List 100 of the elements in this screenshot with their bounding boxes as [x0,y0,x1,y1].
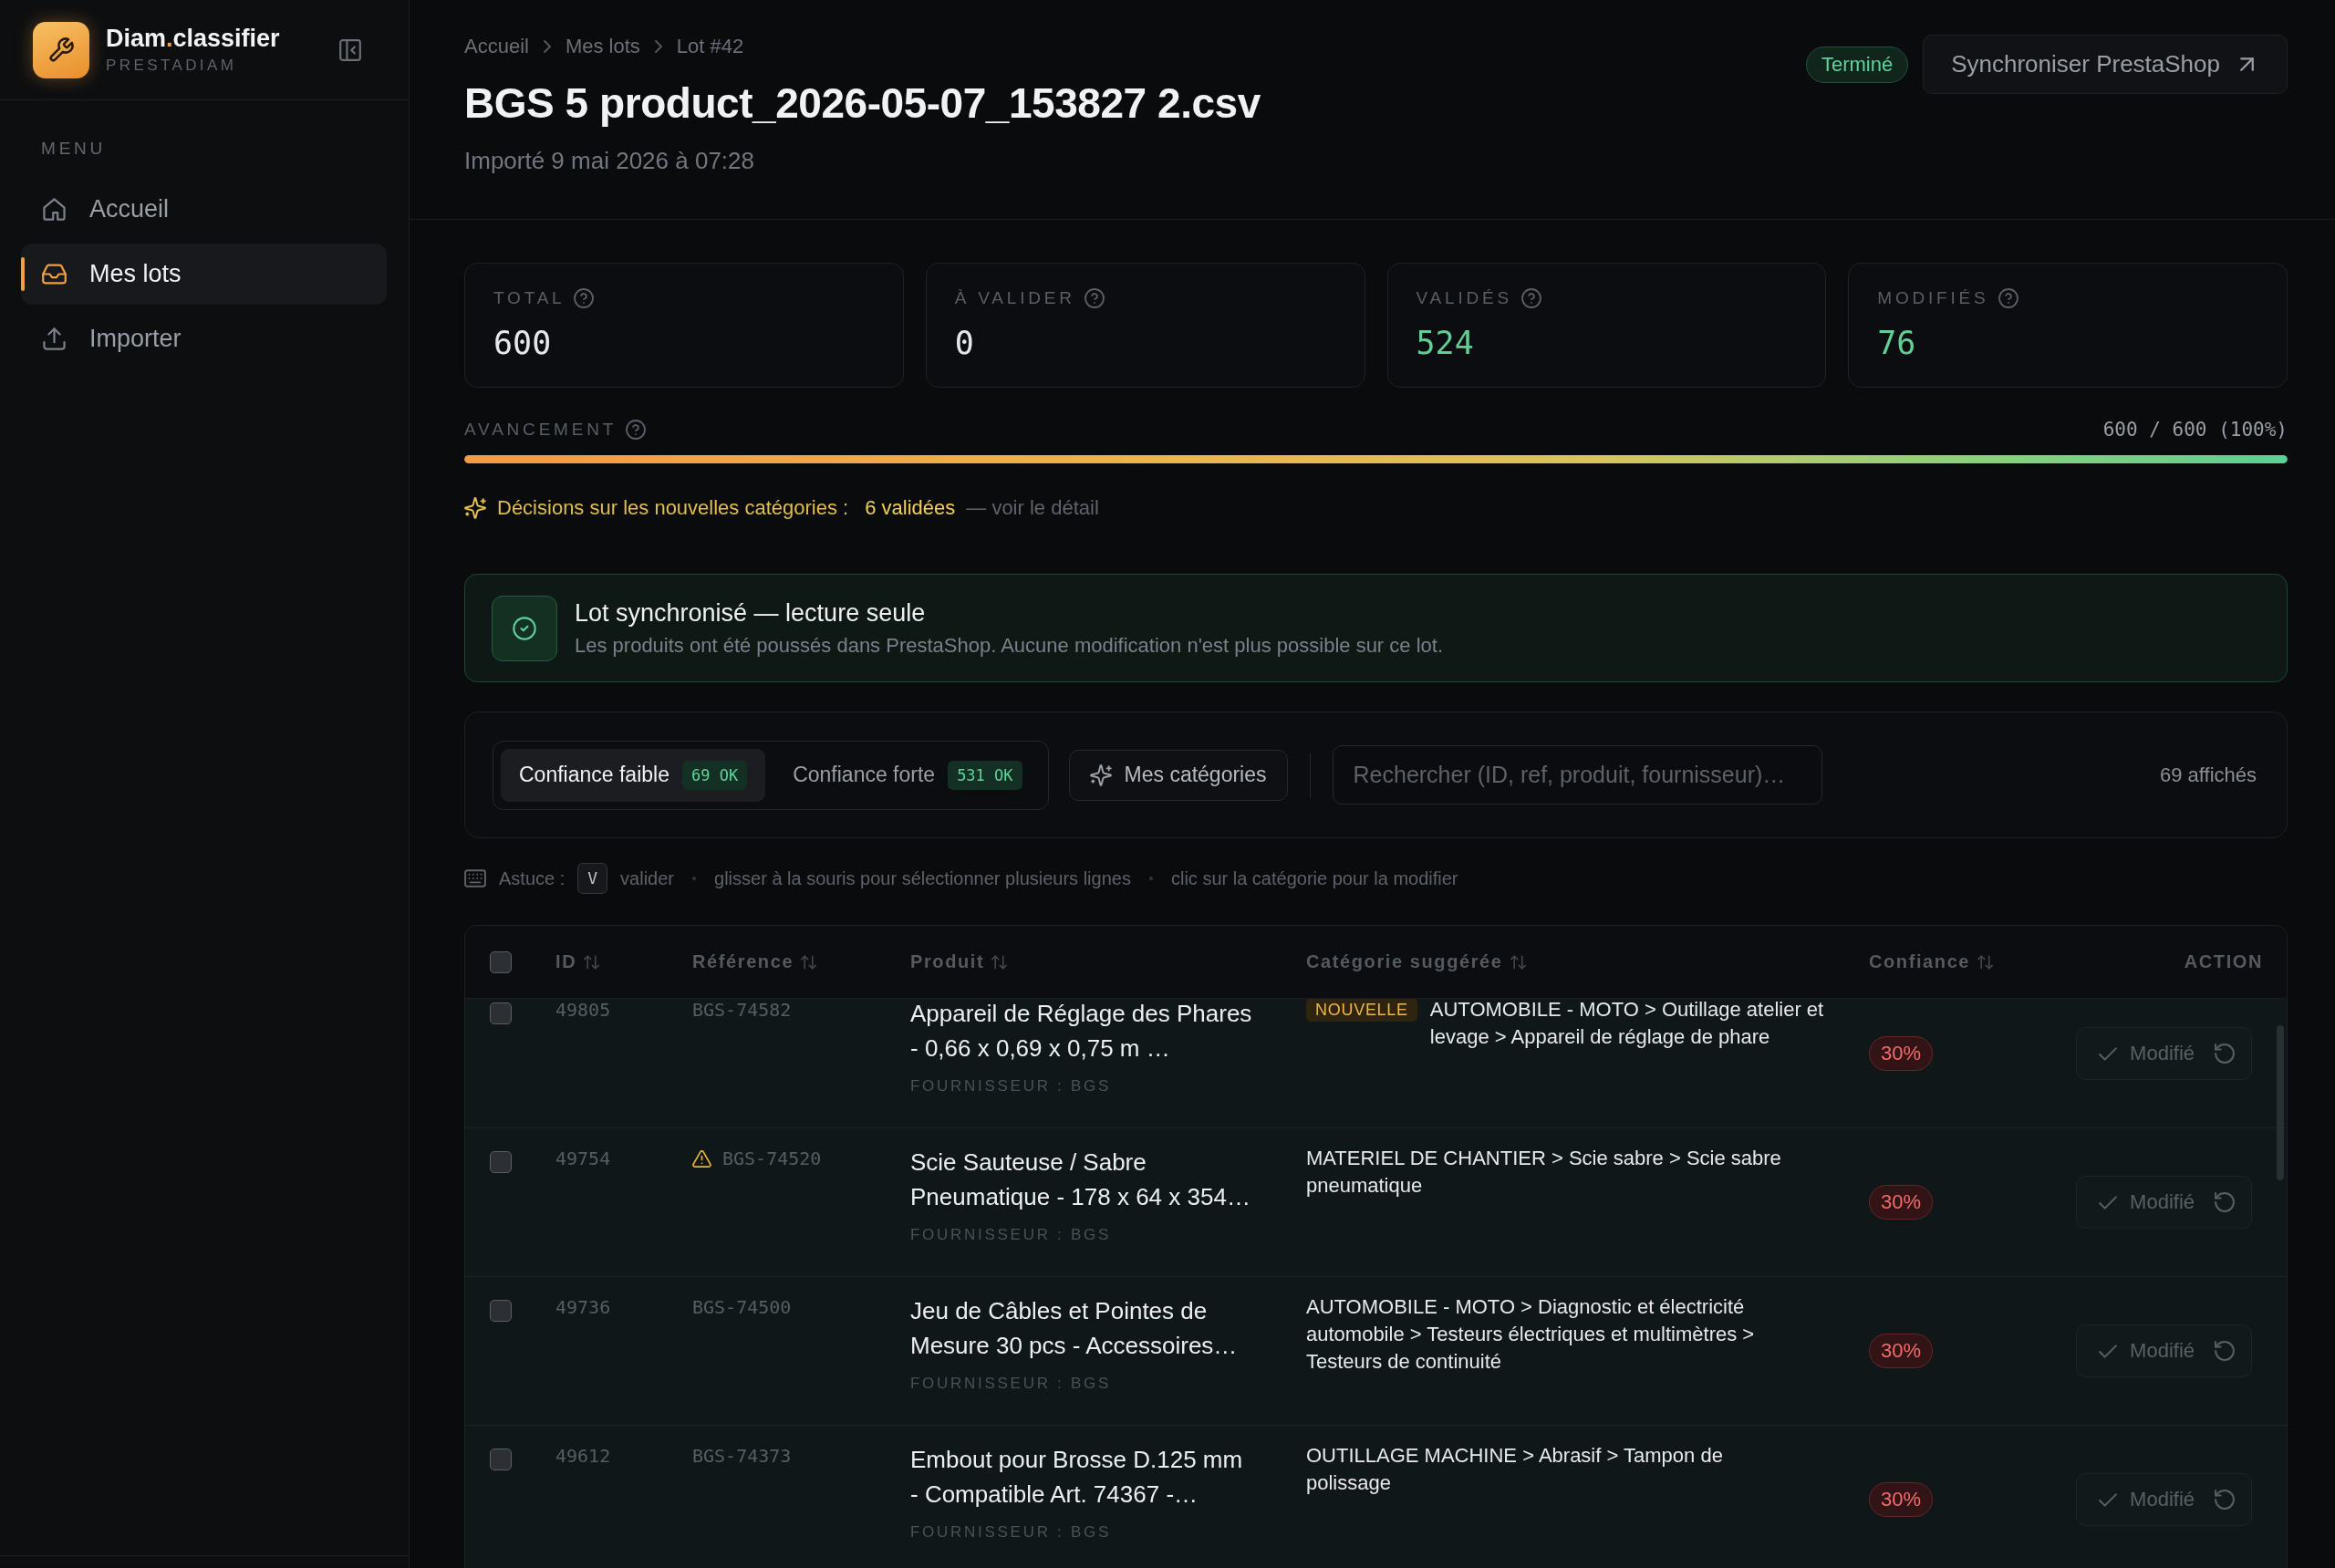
stat-value: 0 [954,324,974,363]
help-icon[interactable] [1998,288,2018,308]
id-cell-text: 49805 [555,999,612,1023]
category-path[interactable]: AUTOMOBILE - MOTO > Diagnostic et électricité automobile > Testeurs électriques et multimètres > Testeurs de continuité [1306,1293,1808,1376]
result-count: 69 affichés [2160,763,2257,787]
row-checkbox[interactable] [490,1300,512,1322]
sparkles-icon [1089,763,1112,786]
stat-label: TOTAL [493,288,566,308]
confidence-badge: 30% [1869,1185,1934,1220]
help-icon[interactable] [1084,288,1105,308]
reference-cell-text: BGS-74373 [692,1444,792,1469]
row-checkbox[interactable] [490,1151,512,1173]
tip-text: valider [620,867,675,890]
column-header[interactable]: Référence [692,951,794,972]
tip-label: Astuce : [499,867,566,890]
sort-icon[interactable] [801,954,817,970]
upload-icon [42,327,67,351]
chevron-right-icon [543,40,551,53]
key-hint: V [577,863,608,894]
app-subtitle: PRESTADIAM [106,56,237,76]
id-cell-text: 49754 [555,1147,612,1171]
column-header[interactable]: Catégorie suggérée [1306,951,1503,972]
nav-item[interactable]: Mes lots [21,244,387,305]
nav-item[interactable]: Accueil [21,179,387,240]
status-badge: Terminé [1805,46,1909,83]
confidence-tab[interactable]: Confiance forte 531 OK [774,748,1041,802]
count-badge: 69 OK [681,760,748,790]
decisions-count: 6 validées [865,495,956,521]
sort-icon[interactable] [991,954,1008,970]
arrow-up-right-icon [2240,57,2254,71]
id-cell-text: 49736 [555,1295,612,1320]
reference-cell-text: BGS-74500 [692,1295,792,1320]
new-category-tag: NOUVELLE [1306,999,1417,1022]
column-header[interactable]: ID [555,951,577,972]
wrench-icon [33,21,89,78]
banner-title: Lot synchronisé — lecture seule [575,597,926,628]
home-icon [42,197,67,222]
check-icon [2099,1344,2118,1358]
product-name: Scie Sauteuse / Sabre Pneumatique - 178 x 64 x 354… [910,1147,1251,1212]
tip-text: glisser à la souris pour sélectionner plusieurs lignes [714,867,1131,890]
undo-icon [2215,1044,2235,1064]
progress-label: AVANCEMENT [464,420,617,440]
stat-value: 76 [1877,324,1916,363]
help-icon[interactable] [626,420,647,440]
select-all-checkbox[interactable] [490,950,512,973]
confidence-badge: 30% [1869,1482,1934,1517]
app-name: Diam.classifier [106,24,280,53]
confidence-badge: 30% [1869,1036,1934,1071]
collapse-sidebar-button[interactable] [339,38,361,61]
category-path[interactable]: OUTILLAGE MACHINE > Abrasif > Tampon de polissage [1306,1442,1808,1497]
undo-icon [2215,1192,2235,1212]
supplier-label: FOURNISSEUR : BGS [910,1076,1112,1096]
confidence-tab[interactable]: Confiance faible 69 OK [501,748,766,802]
search-field[interactable]: Rechercher (ID, ref, produit, fournisseur)… [1332,745,1822,805]
category-path[interactable]: AUTOMOBILE - MOTO > Outillage atelier et levage > Appareil de réglage de phare [1429,999,1846,1051]
stat-label: À VALIDER [954,288,1075,308]
id-cell-text: 49612 [555,1444,612,1469]
categories-button[interactable]: Mes catégories [1068,749,1288,801]
check-icon [2099,1046,2118,1061]
help-icon[interactable] [1520,288,1541,308]
column-header[interactable]: Confiance [1869,951,1971,972]
breadcrumb-link[interactable]: Accueil [464,33,529,60]
scrollbar-thumb[interactable] [2277,1025,2284,1180]
breadcrumb-current: Lot #42 [676,34,744,59]
count-badge: 531 OK [948,760,1022,790]
keyboard-icon [464,869,486,888]
product-name: Jeu de Câbles et Pointes de Mesure 30 pcs - Accessoires… [910,1296,1239,1361]
column-header[interactable]: Produit [910,951,985,972]
sync-button[interactable]: Synchroniser PrestaShop [1923,35,2288,94]
details-link[interactable]: — voir le détail [966,494,1099,522]
confidence-badge: 30% [1869,1334,1934,1368]
stat-value: 600 [493,324,552,363]
page-title: BGS 5 product_2026-05-07_153827 2.csv [464,78,1261,128]
undo-icon [2215,1490,2235,1510]
sort-icon[interactable] [1510,954,1526,970]
check-icon [2099,1195,2118,1210]
import-date: Importé 9 mai 2026 à 07:28 [464,146,754,176]
help-icon[interactable] [574,288,595,308]
reference-cell-text: BGS-74582 [692,999,792,1023]
column-header[interactable]: ACTION [2184,951,2263,972]
sort-icon[interactable] [584,954,600,970]
supplier-label: FOURNISSEUR : BGS [910,1522,1112,1542]
menu-heading: MENU [41,138,107,160]
supplier-label: FOURNISSEUR : BGS [910,1374,1112,1394]
product-name: Appareil de Réglage des Phares - 0,66 x 0,69 x 0,75 m … [910,999,1253,1064]
row-checkbox[interactable] [490,1449,512,1470]
banner-text: Les produits ont été poussés dans PrestaShop. Aucune modification n'est plus possible sur ce lot. [575,632,1443,659]
panel-left-icon [339,38,361,61]
progress-reading: 600 / 600 (100%) [2102,419,2288,441]
nav-item[interactable]: Importer [21,308,387,369]
stat-value: 524 [1416,324,1474,363]
sort-icon[interactable] [1977,954,1994,970]
tip-text: clic sur la catégorie pour la modifier [1170,867,1458,890]
inbox-icon [42,262,67,286]
category-path[interactable]: MATERIEL DE CHANTIER > Scie sabre > Scie sabre pneumatique [1306,1145,1808,1199]
breadcrumb-link[interactable]: Mes lots [565,33,640,60]
row-checkbox[interactable] [490,1002,512,1024]
product-name: Embout pour Brosse D.125 mm - Compatible Art. 74367 -… [910,1445,1244,1510]
chevron-right-icon [654,40,662,53]
check-icon [2099,1492,2118,1507]
